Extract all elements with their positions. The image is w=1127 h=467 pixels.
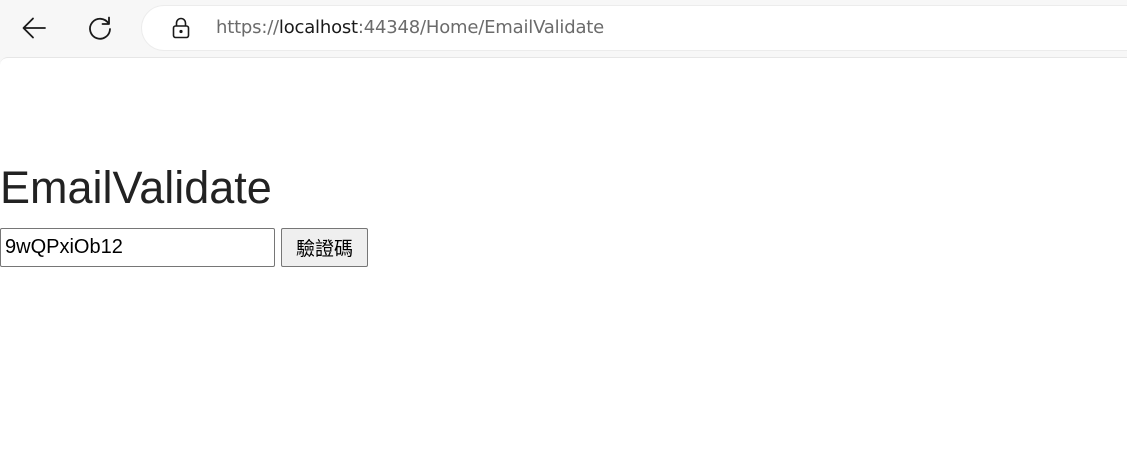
url-scheme: https:// xyxy=(216,17,279,38)
back-button[interactable] xyxy=(15,9,53,47)
url-path: :44348/Home/EmailValidate xyxy=(357,17,605,38)
browser-toolbar: https://localhost:44348/Home/EmailValida… xyxy=(0,0,1127,57)
page-title: EmailValidate xyxy=(0,162,272,213)
url-host: localhost xyxy=(278,17,358,38)
address-url[interactable]: https://localhost:44348/Home/EmailValida… xyxy=(216,17,604,39)
address-bar[interactable]: https://localhost:44348/Home/EmailValida… xyxy=(142,6,1127,50)
lock-icon[interactable] xyxy=(170,17,192,39)
reload-icon xyxy=(89,16,111,40)
arrow-left-icon xyxy=(22,17,46,39)
page-content: EmailValidate 驗證碼 xyxy=(0,57,1127,467)
verification-code-input[interactable] xyxy=(0,228,275,267)
reload-button[interactable] xyxy=(81,9,119,47)
verify-code-button[interactable]: 驗證碼 xyxy=(281,228,368,267)
